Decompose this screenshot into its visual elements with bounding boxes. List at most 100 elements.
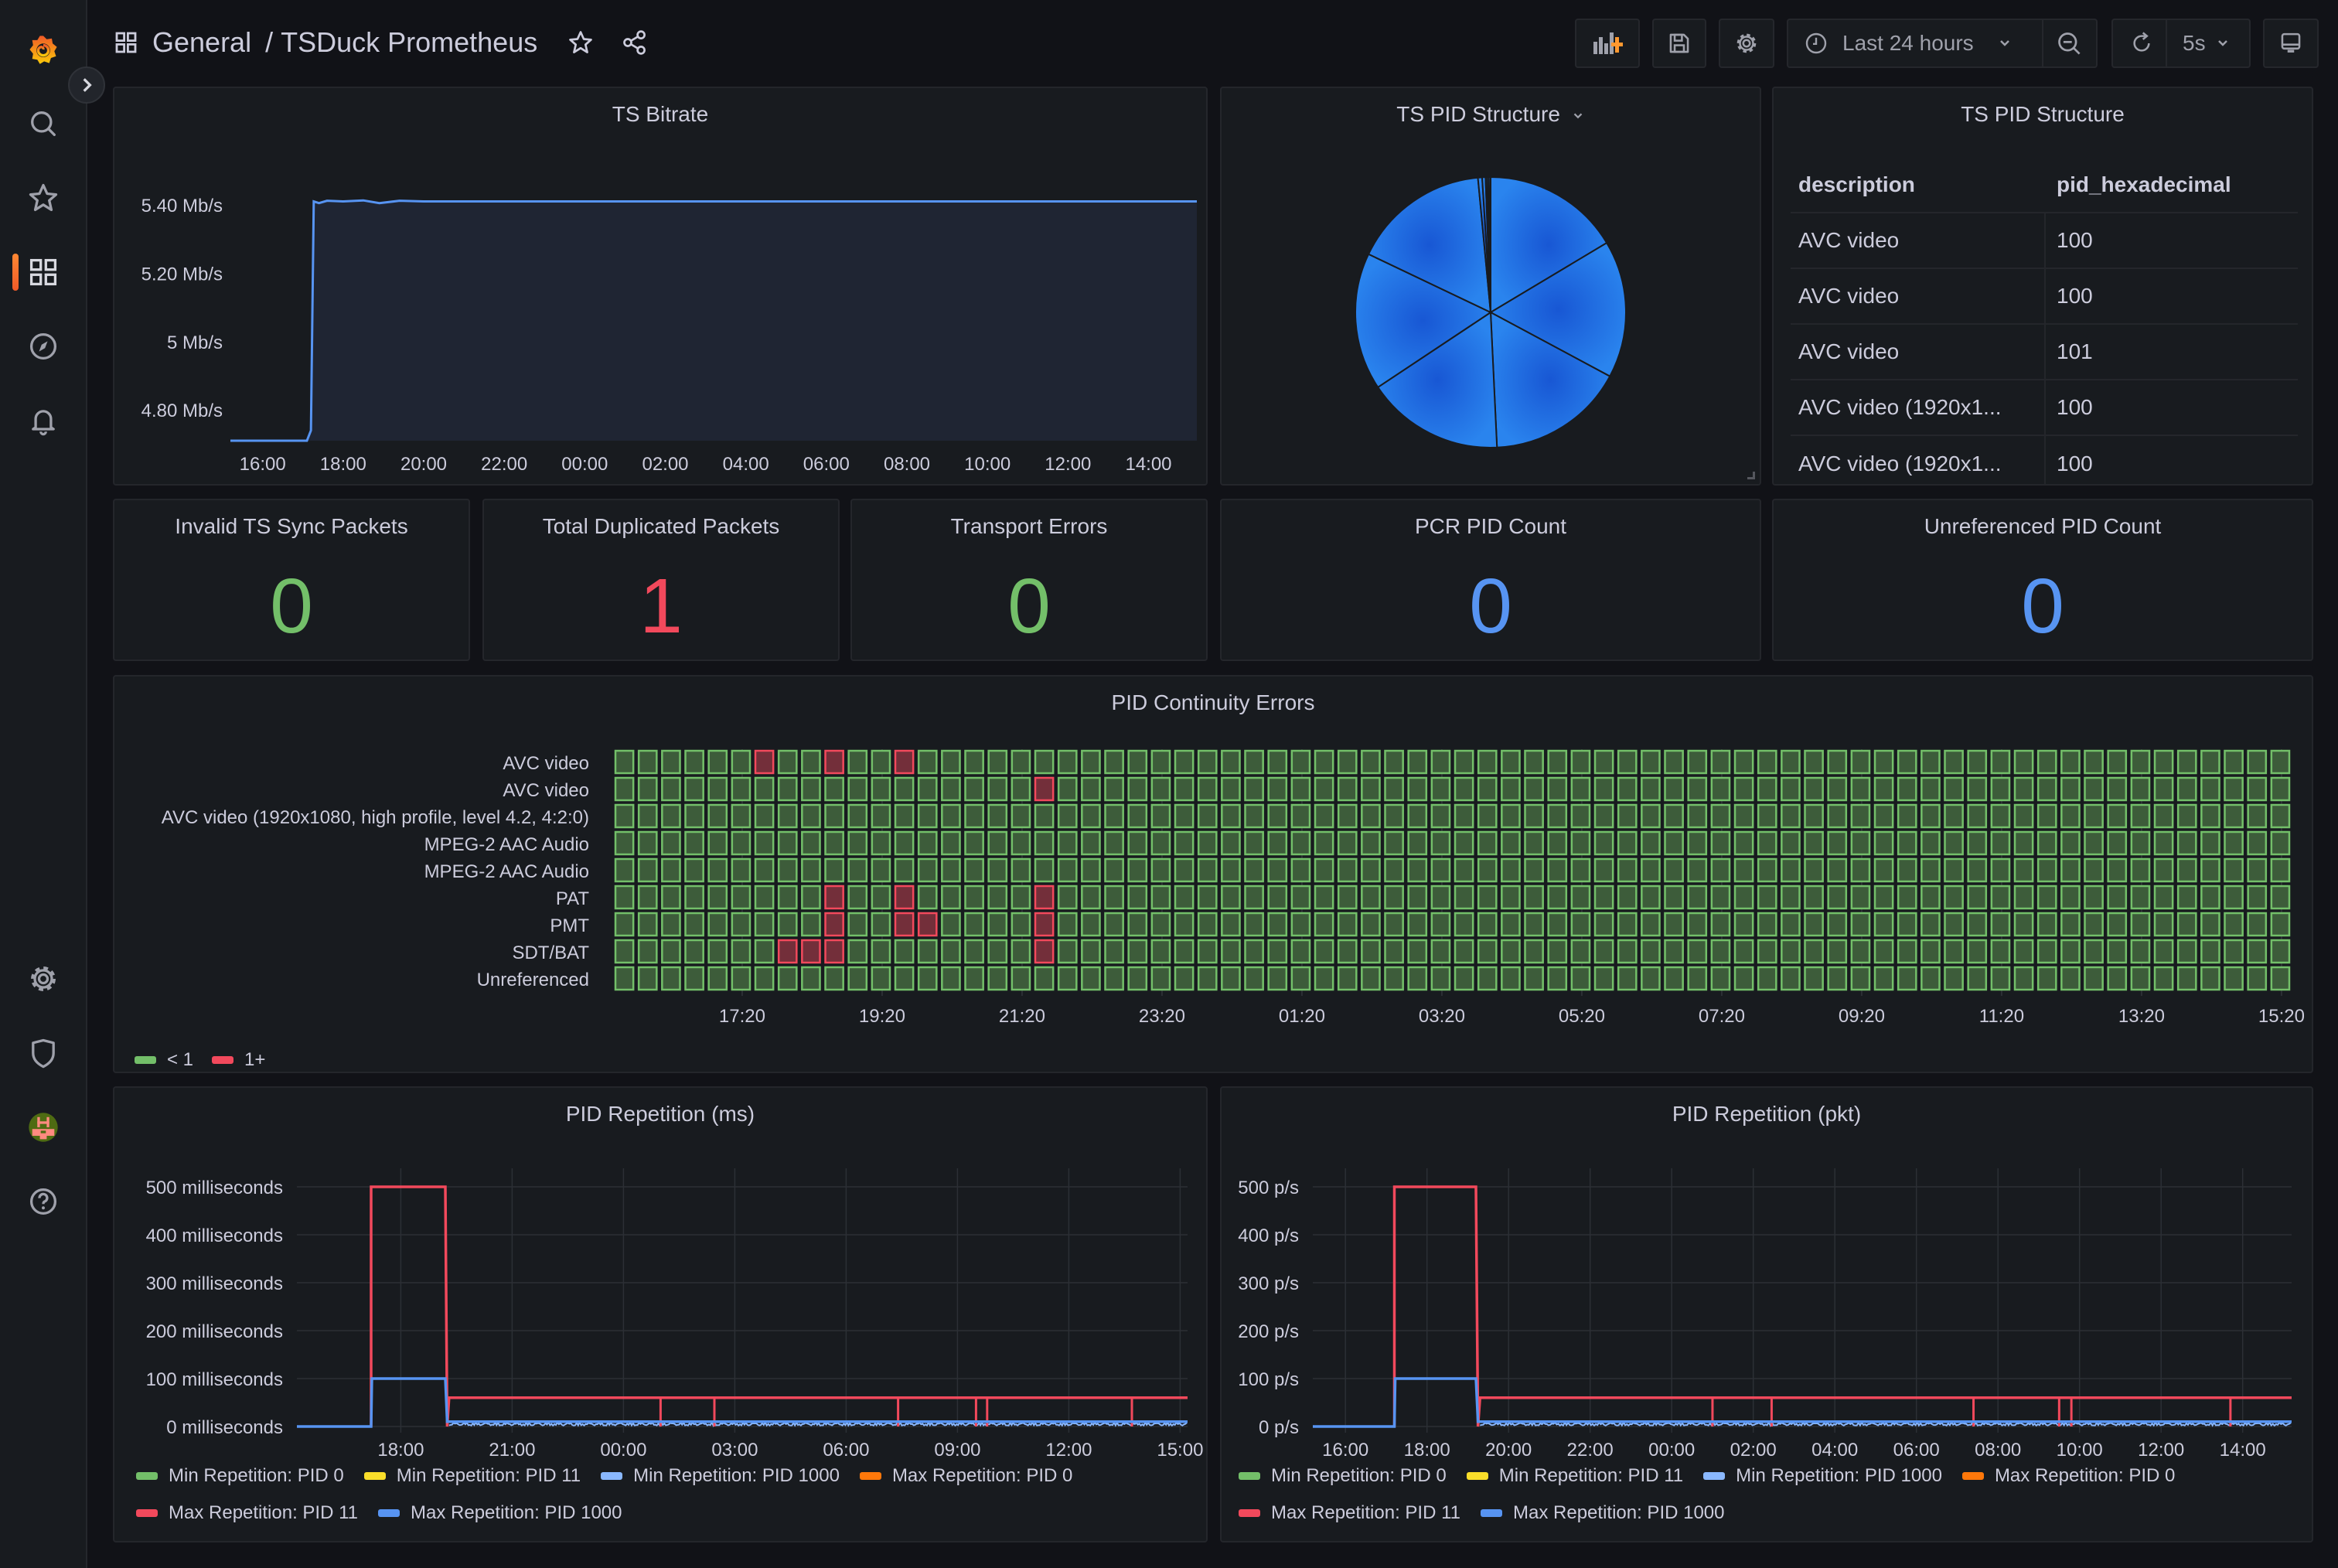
heatmap-cell-ok <box>824 803 844 829</box>
heatmap-cell-error <box>1034 776 1055 802</box>
heatmap-cell-ok <box>707 803 728 829</box>
legend-item[interactable]: Min Repetition: PID 0 <box>1239 1465 1447 1487</box>
panel-pid-pie[interactable]: TS PID Structure <box>1220 87 1761 486</box>
heatmap-cell-ok <box>1150 885 1171 910</box>
add-panel-button[interactable] <box>1575 19 1640 68</box>
heatmap-cell-ok <box>614 939 635 964</box>
stat-duplicated-packets[interactable]: Total Duplicated Packets 1 <box>482 499 840 661</box>
legend-item[interactable]: Max Repetition: PID 0 <box>859 1465 1073 1487</box>
heatmap-cell-ok <box>1733 939 1754 964</box>
save-dashboard-button[interactable] <box>1652 19 1706 68</box>
heatmap-cell-ok <box>1477 776 1498 802</box>
breadcrumb-folder[interactable]: General <box>152 26 251 59</box>
gear-icon[interactable] <box>23 959 63 999</box>
heatmap-cell-ok <box>1244 885 1264 910</box>
share-icon[interactable] <box>621 29 649 56</box>
star-icon[interactable] <box>567 29 595 56</box>
heatmap-cell-ok <box>1407 803 1428 829</box>
resize-handle[interactable] <box>1747 472 1755 479</box>
bell-icon[interactable] <box>23 401 63 441</box>
tv-mode-button[interactable] <box>2263 19 2319 68</box>
legend-item[interactable]: Max Repetition: PID 1000 <box>378 1502 622 1524</box>
heatmap-cell-ok <box>2224 803 2244 829</box>
heatmap-cell-ok <box>614 857 635 883</box>
legend-item[interactable]: Min Repetition: PID 1000 <box>601 1465 840 1487</box>
stat-transport-errors[interactable]: Transport Errors 0 <box>850 499 1208 661</box>
heatmap-cell-ok <box>637 803 658 829</box>
heatmap-cell-ok <box>1290 885 1311 910</box>
heatmap-cell-ok <box>1361 885 1381 910</box>
heatmap-cell-ok <box>2153 939 2174 964</box>
legend-item[interactable]: Max Repetition: PID 1000 <box>1481 1502 1725 1524</box>
x-tick-label: 00:00 <box>1648 1440 1695 1461</box>
heatmap-cell-ok <box>1057 803 1078 829</box>
dashboard-title[interactable]: TSDuck Prometheus <box>281 26 537 59</box>
compass-icon[interactable] <box>23 326 63 366</box>
panel-repetition-ms[interactable]: PID Repetition (ms) 0 milliseconds 100 mi… <box>113 1086 1208 1542</box>
refresh-picker[interactable]: 5s <box>2111 19 2251 68</box>
legend-item[interactable]: Max Repetition: PID 0 <box>1961 1465 2175 1487</box>
heatmap-cell-ok <box>1757 776 1777 802</box>
heatmap-cell-ok <box>1617 749 1638 775</box>
heatmap-cell-ok <box>941 885 961 910</box>
panel-ts-bitrate[interactable]: TS Bitrate 4.80 Mb/s 5 Mb/s 5.20 Mb/s 5.40 … <box>113 87 1208 486</box>
x-tick-label: 07:20 <box>1699 1006 1745 1027</box>
dashboard-settings-button[interactable] <box>1719 19 1774 68</box>
column-header-description[interactable]: description <box>1791 158 2046 212</box>
y-tick-label: 400 p/s <box>1238 1225 1299 1246</box>
heatmap-cell-ok <box>731 939 752 964</box>
time-range-picker[interactable]: Last 24 hours <box>1787 19 2098 68</box>
legend-item[interactable]: Max Repetition: PID 11 <box>1239 1502 1460 1524</box>
pid-table: description pid_hexadecimal AVC video 100… <box>1791 158 2298 484</box>
heatmap-cell-ok <box>1454 912 1474 937</box>
search-icon[interactable] <box>23 104 63 144</box>
x-tick-label: 06:00 <box>803 454 850 475</box>
panel-repetition-pkt[interactable]: PID Repetition (pkt) 0 p/s 100 p/s 200 p/s… <box>1220 1086 2313 1542</box>
stat-pcr-pid-count[interactable]: PCR PID Count 0 <box>1220 499 1761 661</box>
heatmap-cell-ok <box>1501 857 1521 883</box>
avatar[interactable] <box>23 1107 63 1147</box>
legend-item[interactable]: Min Repetition: PID 11 <box>1466 1465 1683 1487</box>
heatmap-cell-ok <box>2247 776 2268 802</box>
heatmap-cell-ok <box>1150 857 1171 883</box>
heatmap-cell-ok <box>847 885 868 910</box>
x-tick-label: 09:20 <box>1839 1006 1885 1027</box>
heatmap-cell-ok <box>707 939 728 964</box>
column-header-pid[interactable]: pid_hexadecimal <box>2046 172 2231 197</box>
refresh-icon[interactable] <box>2128 30 2155 56</box>
heatmap-cell-ok <box>1524 830 1544 856</box>
legend-item[interactable]: Min Repetition: PID 0 <box>136 1465 344 1487</box>
heatmap-cell-ok <box>1804 803 1824 829</box>
heatmap-cell-ok <box>871 966 891 991</box>
repetition-ms-chart: 0 milliseconds 100 milliseconds 200 millis… <box>146 1168 1203 1461</box>
heatmap-cell-ok <box>2107 939 2128 964</box>
star-icon[interactable] <box>23 178 63 218</box>
heatmap-cell-ok <box>894 857 915 883</box>
stat-unreferenced-pid-count[interactable]: Unreferenced PID Count 0 <box>1772 499 2313 661</box>
heatmap-cell-ok <box>1104 803 1124 829</box>
legend-label: Max Repetition: PID 0 <box>891 1465 1073 1486</box>
heatmap-cell-ok <box>707 885 728 910</box>
legend-item[interactable]: Min Repetition: PID 11 <box>363 1465 581 1487</box>
heatmap-cell-ok <box>1827 830 1848 856</box>
stat-invalid-sync[interactable]: Invalid TS Sync Packets 0 <box>113 499 470 661</box>
help-icon[interactable] <box>23 1181 63 1222</box>
heatmap-cell-ok <box>1197 776 1218 802</box>
shield-icon[interactable] <box>23 1033 63 1073</box>
zoom-out-icon[interactable] <box>2056 30 2084 58</box>
legend-item[interactable]: Min Repetition: PID 1000 <box>1703 1465 1942 1487</box>
grafana-logo-icon[interactable] <box>23 29 63 70</box>
heatmap-cell-ok <box>1850 830 1871 856</box>
panel-pid-table[interactable]: TS PID Structure description pid_hexadec… <box>1772 87 2313 486</box>
legend-swatch <box>1961 1472 1984 1480</box>
dashboards-grid-icon[interactable] <box>23 252 63 292</box>
panel-continuity-errors[interactable]: PID Continuity Errors 17:20 19:20 21:20 23:… <box>113 675 2313 1073</box>
expand-sidebar-button[interactable] <box>68 66 105 104</box>
x-tick-label: 03:20 <box>1419 1006 1465 1027</box>
heatmap-cell-ok <box>1873 939 1894 964</box>
heatmap-cell-ok <box>1897 939 1917 964</box>
heatmap-cell-ok <box>1990 803 2011 829</box>
heatmap-cell-ok <box>2107 749 2128 775</box>
top-navbar: General / TSDuck Prometheus Last 24 hour… <box>87 0 2338 85</box>
legend-item[interactable]: Max Repetition: PID 11 <box>136 1502 358 1524</box>
